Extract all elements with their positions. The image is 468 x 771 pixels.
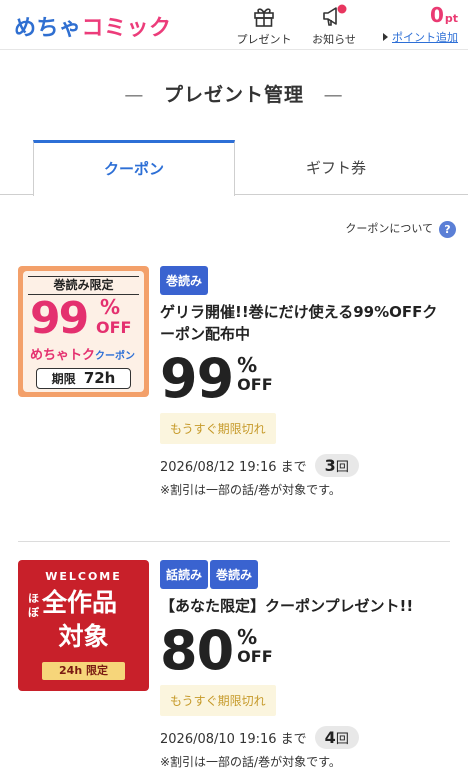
badge-volume: 巻読み [160, 266, 209, 295]
notice-label: お知らせ [312, 33, 356, 46]
discount-percent: % [237, 625, 258, 649]
title-dash-left: — [124, 84, 145, 106]
use-count-number: 4 [324, 728, 336, 747]
tab-bar: クーポン ギフト券 [0, 140, 468, 196]
tab-gift-card[interactable]: ギフト券 [235, 140, 437, 196]
coupon-card[interactable]: WELCOME ほぼ 全作品 対象 24h 限定 話読み 巻読み 【あなた限定】ク… [18, 560, 450, 771]
points-add-link[interactable]: ポイント追加 [383, 29, 458, 45]
thumb-percent: % [100, 295, 121, 319]
coupon-deadline: 2026/08/10 19:16 まで 4回 [160, 726, 450, 749]
app-header: めちゃコミック プレゼント お知らせ 0pt ポイント追加 [0, 0, 468, 50]
points-add-label: ポイント追加 [392, 31, 458, 44]
use-count-unit: 回 [335, 460, 349, 475]
coupon-about-label: クーポンについて [345, 222, 433, 235]
coupon-thumbnail: 巻読み限定 99 % OFF めちゃトククーポン 期限 72h [18, 266, 149, 397]
points-value: 0 [429, 3, 444, 27]
thumb-limit-value: 72h [83, 369, 116, 387]
thumb-brand: めちゃトク [30, 348, 96, 363]
discount-value: 99 [160, 347, 234, 410]
expiry-tag: もうすぐ期限切れ [160, 413, 276, 444]
tab-coupon[interactable]: クーポン [33, 140, 235, 196]
discount-off: OFF [237, 375, 273, 394]
deadline-text: 2026/08/10 19:16 まで [160, 732, 307, 747]
thumb-line1: 全作品 [42, 588, 118, 617]
caret-right-icon [383, 33, 388, 41]
expiry-tag: もうすぐ期限切れ [160, 685, 276, 716]
coupon-title: 【あなた限定】クーポンプレゼント!! [160, 597, 414, 615]
points-unit: pt [444, 12, 458, 25]
discount-off: OFF [237, 647, 273, 666]
deadline-text: 2026/08/12 19:16 まで [160, 460, 307, 475]
coupon-thumbnail: WELCOME ほぼ 全作品 対象 24h 限定 [18, 560, 149, 691]
coupon-discount: 99% OFF [160, 349, 450, 409]
coupon-info: 巻読み ゲリラ開催!!巻にだけ使える99%OFFクーポン配布中 99% OFF も… [160, 266, 450, 498]
badge-episode: 話読み [160, 560, 209, 589]
coupon-title: ゲリラ開催!!巻にだけ使える99%OFFクーポン配布中 [160, 303, 438, 343]
gift-icon [254, 8, 274, 27]
badge-volume: 巻読み [210, 560, 259, 589]
notice-button[interactable]: お知らせ [302, 4, 366, 47]
use-count-number: 3 [324, 456, 336, 475]
coupon-about-link[interactable]: クーポンについて? [345, 220, 456, 238]
notice-dot [337, 4, 347, 14]
thumb-welcome: WELCOME [45, 570, 122, 583]
logo-part1: めちゃ [14, 16, 82, 41]
thumb-limit-label: 期限 [51, 372, 76, 386]
discount-value: 80 [160, 619, 234, 682]
thumb-brand-suffix: クーポン [95, 351, 136, 362]
thumb-big-number: 99 [30, 293, 89, 344]
coupon-card[interactable]: 巻読み限定 99 % OFF めちゃトククーポン 期限 72h 巻読み ゲリラ開… [18, 266, 450, 542]
discount-percent: % [237, 353, 258, 377]
present-button[interactable]: プレゼント [232, 4, 296, 47]
points-area: 0pt ポイント追加 [383, 3, 458, 45]
use-count-badge: 4回 [314, 726, 359, 749]
coupon-note: ※割引は一部の話/巻が対象です。 [160, 755, 341, 769]
coupon-discount: 80% OFF [160, 621, 450, 681]
page-title-text: プレゼント管理 [163, 84, 304, 106]
use-count-unit: 回 [335, 732, 349, 747]
coupon-deadline: 2026/08/12 19:16 まで 3回 [160, 454, 450, 477]
page-title: — プレゼント管理 — [0, 80, 468, 107]
title-dash-right: — [323, 84, 344, 106]
logo-part2: コミック [81, 16, 172, 41]
use-count-badge: 3回 [314, 454, 359, 477]
thumb-limit: 24h 限定 [42, 662, 125, 680]
thumb-side-text: ほぼ [28, 592, 39, 619]
coupon-info: 話読み 巻読み 【あなた限定】クーポンプレゼント!! 80% OFF もうすぐ期限切… [160, 560, 450, 770]
question-icon: ? [439, 220, 456, 238]
thumb-off: OFF [96, 318, 132, 337]
logo[interactable]: めちゃコミック [14, 10, 172, 42]
thumb-line2: 対象 [58, 622, 109, 651]
coupon-note: ※割引は一部の話/巻が対象です。 [160, 483, 341, 497]
present-label: プレゼント [236, 33, 292, 46]
megaphone-icon [323, 4, 347, 26]
